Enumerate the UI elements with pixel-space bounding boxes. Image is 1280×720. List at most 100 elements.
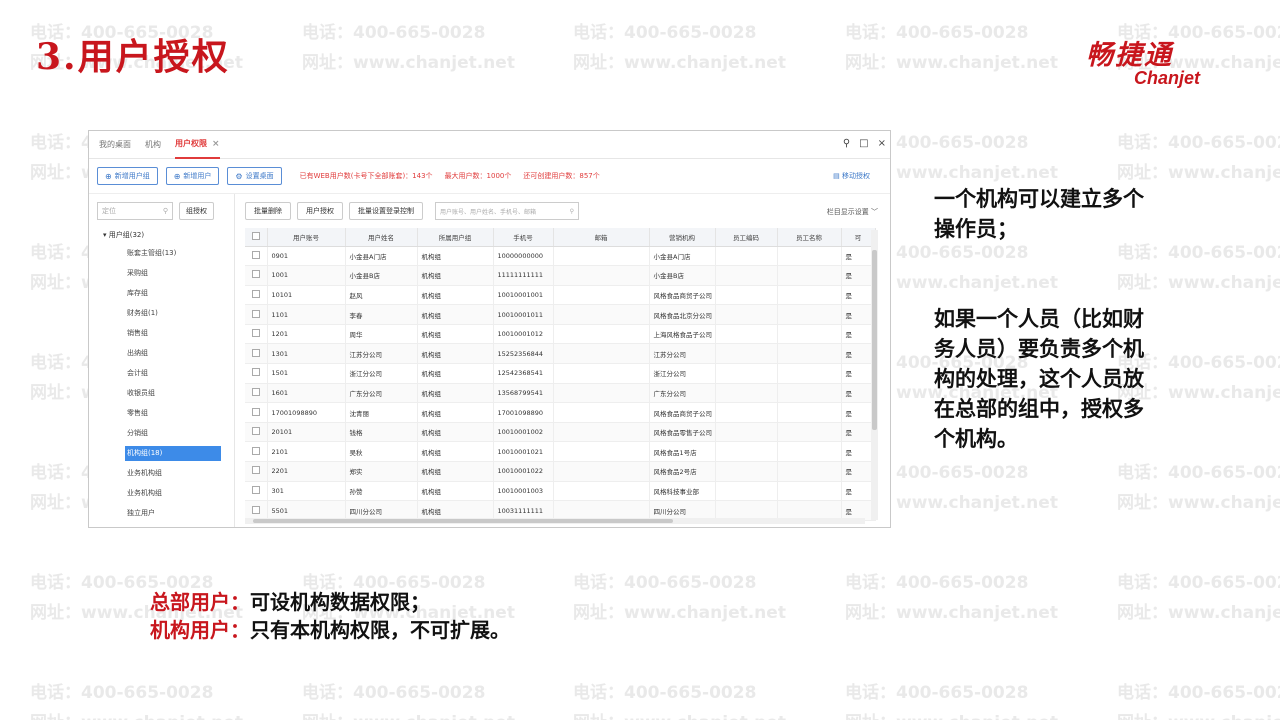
table-row[interactable]: 1201 周华 机构组 10010001012 上海风格食品子公司 是 — [245, 324, 876, 345]
table-row[interactable]: 17001098890 沈青丽 机构组 17001098890 风格食品商贸子公司是 — [245, 402, 876, 423]
tree-item[interactable]: 账套主管组(13) — [97, 246, 226, 266]
table-row[interactable]: 1301 江苏分公司 机构组 15252356844 江苏分公司是 — [245, 343, 876, 365]
column-setting-button[interactable]: 栏目显示设置 ﹀ — [827, 207, 878, 217]
scroll-thumb[interactable] — [253, 519, 673, 523]
column-header[interactable]: 用户姓名 — [345, 228, 418, 247]
tree-item[interactable]: 收银员组 — [97, 386, 226, 406]
table-row[interactable]: 20101 钱格 机构组 10010001002 风格食品零售子公司 是 — [245, 422, 876, 443]
tree-item[interactable]: 财务组(1) — [97, 306, 226, 326]
move-auth-link[interactable]: ▤ 移动授权 — [833, 171, 870, 181]
watermark-text: 电话：400-665-0028网址：www.chanjet.net — [1117, 133, 1280, 183]
horizontal-scrollbar[interactable] — [245, 518, 865, 524]
table-cell: 周华 — [345, 324, 418, 345]
tree-item-label: 出纳组 — [127, 349, 148, 357]
tree-item[interactable]: 机构组(18) — [97, 446, 226, 466]
gear-icon: ⚙ — [235, 171, 243, 181]
maximize-icon[interactable]: □ — [859, 138, 868, 149]
row-checkbox[interactable] — [245, 461, 268, 482]
table-cell — [777, 363, 842, 384]
tree-item-label: 账套主管组(13) — [127, 249, 177, 257]
tree-root-label: 用户组(32) — [108, 231, 145, 239]
tree-item-label: 分销组 — [127, 429, 148, 437]
tree-item[interactable]: 业务机构组 — [97, 466, 226, 486]
batch-login-control-button[interactable]: 批量设置登录控制 — [349, 202, 423, 220]
tree-search-input[interactable]: 定位 ⚲ — [97, 202, 173, 220]
row-checkbox[interactable] — [245, 383, 268, 404]
search-icon[interactable]: ⚲ — [843, 138, 850, 149]
row-checkbox[interactable] — [245, 441, 268, 463]
tree-item[interactable]: 出纳组 — [97, 346, 226, 366]
window-controls: ⚲ □ × — [843, 138, 886, 149]
set-desktop-button[interactable]: ⚙ 设置桌面 — [227, 167, 282, 185]
vertical-scrollbar[interactable] — [871, 230, 878, 520]
column-header[interactable]: 所属用户组 — [417, 228, 494, 247]
table-row[interactable]: 2201 郑实 机构组 10010001022 风格食品2号店 是 — [245, 461, 876, 482]
table-cell: 机构组 — [417, 265, 494, 286]
table-row[interactable]: 0901 小金县A门店 机构组 10000000000 小金县A门店是 — [245, 246, 876, 267]
group-auth-button[interactable]: 组授权 — [179, 202, 214, 220]
tree-item[interactable]: 会计组 — [97, 366, 226, 386]
tree-root[interactable]: ▾ 用户组(32) — [103, 230, 226, 240]
tree-item[interactable]: 销售组 — [97, 326, 226, 346]
table-cell — [553, 304, 650, 325]
column-header[interactable]: 营销机构 — [649, 228, 716, 247]
new-user-button[interactable]: ⊕ 新增用户 — [165, 167, 220, 185]
caret-down-icon: ▾ — [103, 231, 107, 239]
table-cell — [553, 402, 650, 423]
table-row[interactable]: 1501 浙江分公司 机构组 12542368541 浙江分公司是 — [245, 363, 876, 384]
table-row[interactable]: 10101 赵风 机构组 10010001001 风格食品商贸子公司 是 — [245, 285, 876, 306]
tree-item[interactable]: 零售组 — [97, 406, 226, 426]
tab-my-desktop[interactable]: 我的桌面 — [99, 131, 131, 159]
batch-delete-button[interactable]: 批量删除 — [245, 202, 291, 220]
tree-item[interactable]: 独立用户 — [97, 506, 226, 526]
row-checkbox[interactable] — [245, 304, 268, 325]
row-checkbox[interactable] — [245, 402, 268, 423]
column-header[interactable]: 可 — [841, 228, 876, 247]
table-cell — [715, 383, 778, 404]
set-desktop-label: 设置桌面 — [245, 172, 274, 180]
column-header[interactable]: 员工名称 — [777, 228, 842, 247]
table-row[interactable]: 301 孙赞 机构组 10010001003 风格科技事业部 是 — [245, 481, 876, 502]
tree-item[interactable]: 采购组 — [97, 266, 226, 286]
select-all-checkbox[interactable] — [245, 228, 268, 247]
column-header[interactable]: 用户账号 — [267, 228, 346, 247]
new-user-group-button[interactable]: ⊕ 新增用户组 — [97, 167, 158, 185]
watermark-text: 电话：400-665-0028网址：www.chanjet.net — [302, 23, 515, 73]
table-row[interactable]: 1101 李春 机构组 10010001011 风格食品北京分公司 是 — [245, 304, 876, 325]
close-window-icon[interactable]: × — [878, 138, 886, 149]
tree-item-label: 采购组 — [127, 269, 148, 277]
row-checkbox[interactable] — [245, 481, 268, 502]
row-checkbox[interactable] — [245, 285, 268, 306]
tree-item[interactable]: 业务机构组 — [97, 486, 226, 506]
close-icon[interactable]: × — [212, 139, 220, 149]
user-search-input[interactable]: 用户账号、用户姓名、手机号、邮箱 ⚲ — [435, 202, 579, 220]
column-header[interactable]: 手机号 — [493, 228, 554, 247]
row-checkbox[interactable] — [245, 324, 268, 345]
chanjet-logo: 畅捷通 Chanjet — [1086, 40, 1200, 89]
table-cell: 广东分公司 — [649, 383, 716, 404]
scroll-thumb[interactable] — [872, 250, 877, 430]
table-row[interactable]: 1601 广东分公司 机构组 13568799541 广东分公司是 — [245, 383, 876, 404]
table-row[interactable]: 2101 吴秋 机构组 10010001021 风格食品1号店 是 — [245, 441, 876, 463]
tree-item[interactable]: 分销组 — [97, 426, 226, 446]
table-cell: 机构组 — [417, 246, 494, 267]
tree-item[interactable]: 库存组 — [97, 286, 226, 306]
row-checkbox[interactable] — [245, 343, 268, 365]
table-cell: 浙江分公司 — [649, 363, 716, 384]
row-checkbox[interactable] — [245, 265, 268, 286]
row-checkbox[interactable] — [245, 246, 268, 267]
tab-user-permission[interactable]: 用户权限 × — [175, 131, 220, 159]
document-icon: ▤ — [833, 172, 840, 180]
new-user-label: 新增用户 — [183, 172, 212, 180]
row-checkbox[interactable] — [245, 422, 268, 443]
row-checkbox[interactable] — [245, 363, 268, 384]
table-cell: 小金县B店 — [649, 265, 716, 286]
tab-organization[interactable]: 机构 — [145, 131, 161, 159]
table-cell: 风格食品商贸子公司 — [649, 402, 716, 423]
plus-circle-icon: ⊕ — [173, 171, 181, 181]
main-area: 定位 ⚲ 组授权 ▾ 用户组(32) 账套主管组(13) 采购组库存组 财务组(1)… — [89, 193, 890, 527]
column-header[interactable]: 员工编码 — [715, 228, 778, 247]
column-header[interactable]: 邮箱 — [553, 228, 650, 247]
user-auth-button[interactable]: 用户授权 — [297, 202, 343, 220]
table-row[interactable]: 1001 小金县B店 机构组 11111111111 小金县B店是 — [245, 265, 876, 286]
